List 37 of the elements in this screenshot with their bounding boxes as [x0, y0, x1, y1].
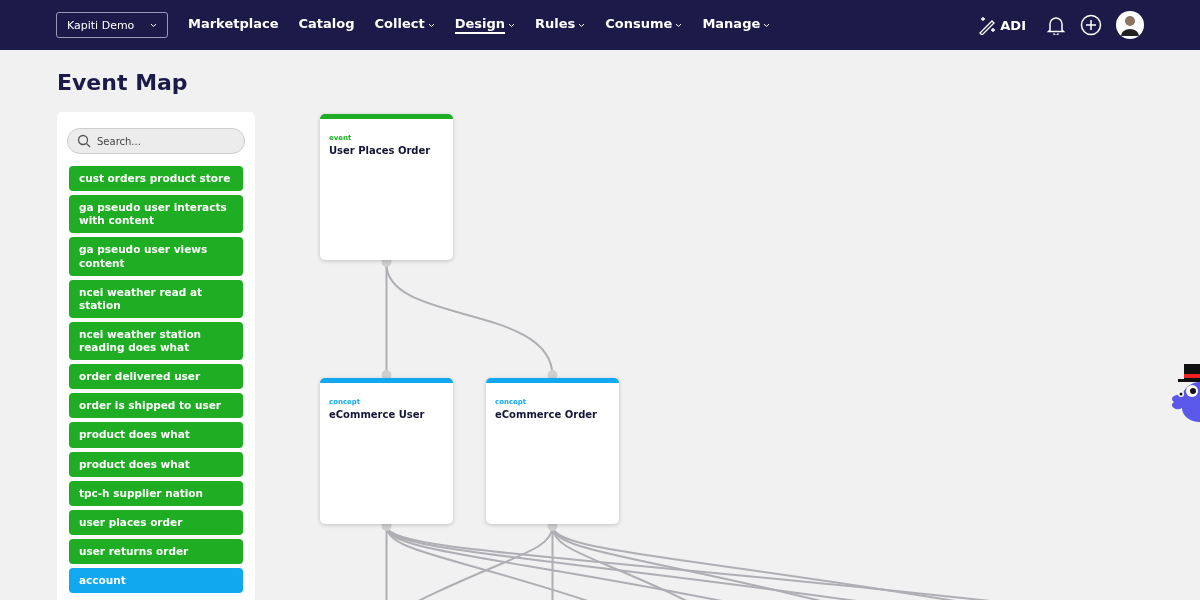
nav-tab[interactable]: Design	[444, 12, 525, 38]
event-list-item[interactable]: user returns order	[69, 538, 243, 564]
event-list-item[interactable]: product does what	[69, 422, 243, 448]
event-list-item[interactable]: order is shipped to user	[69, 393, 243, 419]
nav-tab[interactable]: Catalog	[288, 12, 365, 38]
event-list-item[interactable]: ncei weather read at station	[69, 279, 243, 318]
event-list-item[interactable]: ga pseudo user views content	[69, 237, 243, 276]
event-list-item[interactable]: account	[69, 568, 243, 594]
plus-circle-icon	[1080, 14, 1102, 36]
event-list-item[interactable]: order delivered user	[69, 364, 243, 390]
event-list-item[interactable]: tpc-h supplier nation	[69, 480, 243, 506]
event-list-item[interactable]: product does what	[69, 451, 243, 477]
magic-wand-icon	[977, 15, 998, 35]
page-title: Event Map	[57, 70, 188, 95]
assistant-button[interactable]: ADI	[971, 14, 1032, 36]
chevron-down-icon	[150, 22, 157, 28]
mascot-drawing[interactable]	[1172, 364, 1200, 422]
nav-tab[interactable]: Collect	[364, 12, 445, 38]
event-list-item[interactable]: ncei weather station reading does what	[69, 321, 243, 361]
node-title: User Places Order	[329, 145, 432, 156]
event-list-item[interactable]: user places order	[69, 509, 243, 535]
search-icon	[77, 134, 91, 148]
user-silhouette-icon	[1120, 14, 1140, 36]
notifications-button[interactable]	[1046, 15, 1066, 35]
workspace-dropdown[interactable]: Kapiti Demo	[56, 12, 168, 38]
nav-tab[interactable]: Consume	[595, 12, 693, 38]
bell-icon	[1046, 15, 1066, 35]
nav-tab[interactable]: Marketplace	[178, 12, 289, 38]
nav-tab[interactable]: Manage	[692, 12, 781, 38]
add-button[interactable]	[1080, 14, 1102, 36]
nav-tab[interactable]: Rules	[525, 12, 596, 38]
event-list-item[interactable]: ga pseudo user interacts with content	[69, 195, 243, 234]
avatar-button[interactable]	[1116, 11, 1144, 39]
node-title: eCommerce User	[329, 409, 426, 420]
event-list-item[interactable]: cust orders product store	[69, 166, 243, 192]
search-field[interactable]: Search...	[67, 128, 245, 154]
node-title: eCommerce Order	[495, 409, 599, 420]
